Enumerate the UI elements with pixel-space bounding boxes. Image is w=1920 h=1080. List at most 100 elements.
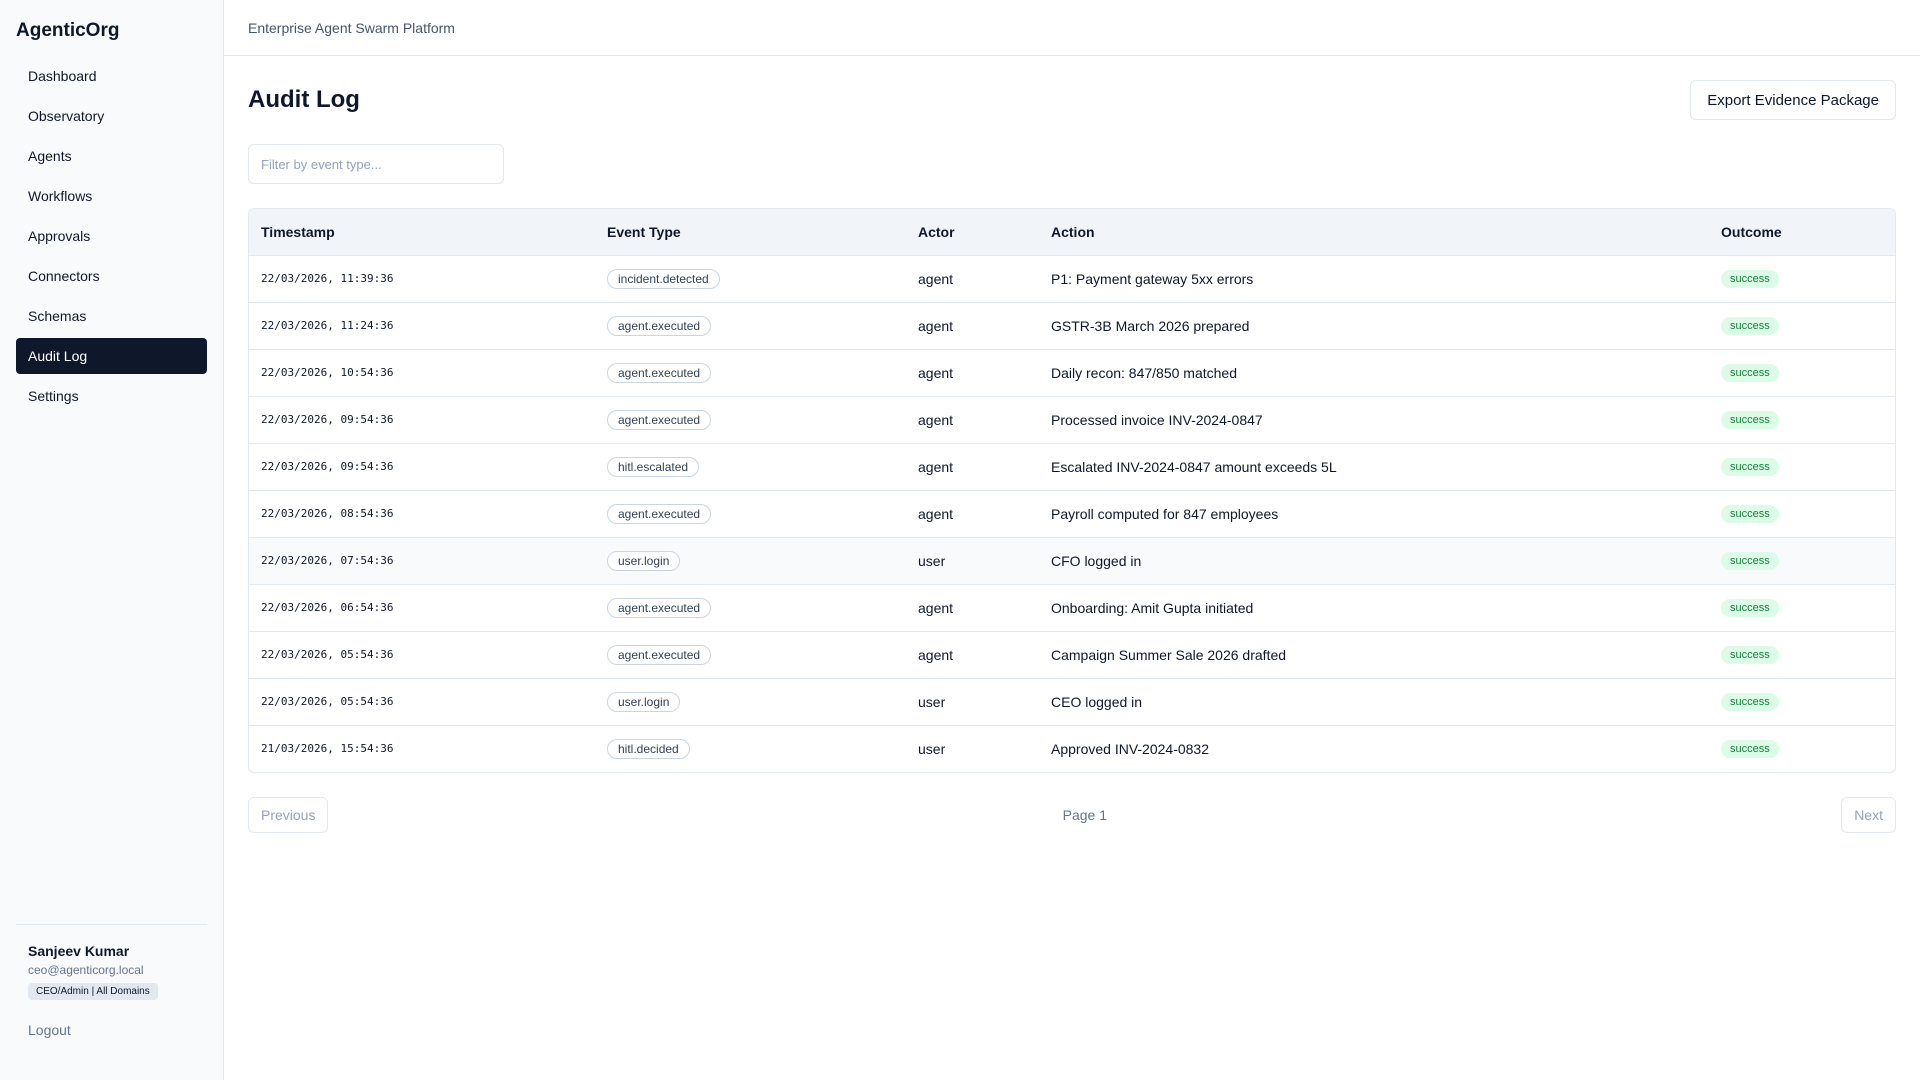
cell-event-type: incident.detected [595, 255, 906, 302]
cell-action: GSTR-3B March 2026 prepared [1051, 317, 1250, 334]
sidebar-item-agents[interactable]: Agents [16, 138, 207, 174]
cell-event-type: agent.executed [595, 490, 906, 537]
sidebar-item-dashboard[interactable]: Dashboard [16, 58, 207, 94]
cell-timestamp: 22/03/2026, 10:54:36 [261, 366, 394, 379]
table-row[interactable]: 22/03/2026, 05:54:36 user.login user CEO… [249, 678, 1895, 725]
event-type-badge: agent.executed [607, 597, 712, 618]
brand-logo: AgenticOrg [16, 20, 120, 41]
header-actor[interactable]: Actor [906, 209, 1039, 255]
cell-action: CFO logged in [1051, 552, 1142, 569]
page-title: Audit Log [248, 86, 360, 113]
cell-event-type: user.login [595, 537, 906, 584]
header-action[interactable]: Action [1039, 209, 1709, 255]
cell-outcome: success [1709, 255, 1895, 302]
cell-timestamp: 22/03/2026, 09:54:36 [261, 460, 394, 473]
cell-action: Processed invoice INV-2024-0847 [1051, 411, 1263, 428]
cell-timestamp: 22/03/2026, 08:54:36 [261, 507, 394, 520]
header-outcome[interactable]: Outcome [1709, 209, 1895, 255]
cell-event-type: hitl.escalated [595, 443, 906, 490]
table-row[interactable]: 22/03/2026, 11:39:36 incident.detected a… [249, 255, 1895, 302]
cell-timestamp: 21/03/2026, 15:54:36 [261, 742, 394, 756]
cell-actor: agent [918, 364, 954, 381]
cell-action: Escalated INV-2024-0847 amount exceeds 5… [1051, 458, 1337, 475]
event-type-badge: agent.executed [607, 315, 712, 336]
cell-action: Payroll computed for 847 employees [1051, 505, 1279, 522]
cell-actor: agent [918, 599, 954, 616]
sidebar-item-connectors[interactable]: Connectors [16, 258, 207, 294]
event-type-badge: agent.executed [607, 409, 712, 430]
event-type-badge: hitl.decided [607, 738, 690, 759]
sidebar-item-approvals[interactable]: Approvals [16, 218, 207, 254]
table-row[interactable]: 22/03/2026, 09:54:36 hitl.escalated agen… [249, 443, 1895, 490]
cell-event-type: hitl.decided [595, 725, 906, 772]
outcome-badge: success [1721, 458, 1779, 476]
cell-outcome: success [1709, 396, 1895, 443]
cell-outcome: success [1709, 443, 1895, 490]
cell-timestamp: 22/03/2026, 09:54:36 [261, 413, 394, 426]
cell-outcome: success [1709, 631, 1895, 678]
outcome-badge: success [1721, 317, 1779, 335]
cell-actor: agent [918, 411, 954, 428]
next-page-button[interactable]: Next [1841, 797, 1896, 833]
table-row[interactable]: 22/03/2026, 11:24:36 agent.executed agen… [249, 302, 1895, 349]
cell-action: Onboarding: Amit Gupta initiated [1051, 599, 1254, 616]
page-indicator: Page 1 [1062, 807, 1108, 823]
sidebar-item-audit-log[interactable]: Audit Log [16, 338, 207, 374]
outcome-badge: success [1721, 364, 1779, 382]
table-row[interactable]: 22/03/2026, 08:54:36 agent.executed agen… [249, 490, 1895, 537]
page-header: Audit Log Export Evidence Package [248, 80, 1896, 120]
cell-action: Daily recon: 847/850 matched [1051, 364, 1237, 381]
cell-outcome: success [1709, 537, 1895, 584]
sidebar-item-observatory[interactable]: Observatory [16, 98, 207, 134]
cell-timestamp: 22/03/2026, 07:54:36 [261, 554, 394, 567]
cell-outcome: success [1709, 584, 1895, 631]
table-row[interactable]: 22/03/2026, 07:54:36 user.login user CFO… [249, 537, 1895, 584]
cell-event-type: user.login [595, 678, 906, 725]
export-evidence-button[interactable]: Export Evidence Package [1690, 80, 1896, 120]
header-timestamp[interactable]: Timestamp [249, 209, 595, 255]
outcome-badge: success [1721, 693, 1779, 711]
outcome-badge: success [1721, 599, 1779, 617]
event-type-badge: user.login [607, 691, 681, 712]
cell-event-type: agent.executed [595, 396, 906, 443]
cell-action: Campaign Summer Sale 2026 drafted [1051, 646, 1287, 663]
table-row[interactable]: 22/03/2026, 06:54:36 agent.executed agen… [249, 584, 1895, 631]
sidebar-nav: Dashboard Observatory Agents Workflows A… [16, 58, 207, 414]
sidebar-item-workflows[interactable]: Workflows [16, 178, 207, 214]
event-type-badge: user.login [607, 550, 681, 571]
table-row[interactable]: 22/03/2026, 09:54:36 agent.executed agen… [249, 396, 1895, 443]
user-name: Sanjeev Kumar [28, 943, 130, 959]
cell-action: CEO logged in [1051, 693, 1143, 710]
table-row[interactable]: 21/03/2026, 15:54:36 hitl.decided user A… [249, 725, 1895, 772]
cell-timestamp: 22/03/2026, 11:24:36 [261, 319, 394, 332]
cell-outcome: success [1709, 678, 1895, 725]
outcome-badge: success [1721, 646, 1779, 664]
cell-timestamp: 22/03/2026, 05:54:36 [261, 648, 394, 661]
audit-table: Timestamp Event Type Actor Action Outcom… [248, 208, 1896, 773]
sidebar-item-settings[interactable]: Settings [16, 378, 207, 414]
event-type-filter-input[interactable] [248, 144, 504, 184]
cell-actor: agent [918, 317, 954, 334]
cell-action: P1: Payment gateway 5xx errors [1051, 270, 1254, 287]
outcome-badge: success [1721, 505, 1779, 523]
cell-outcome: success [1709, 490, 1895, 537]
platform-subtitle: Enterprise Agent Swarm Platform [248, 19, 455, 36]
table-row[interactable]: 22/03/2026, 05:54:36 agent.executed agen… [249, 631, 1895, 678]
previous-page-button[interactable]: Previous [248, 797, 329, 833]
cell-outcome: success [1709, 302, 1895, 349]
cell-action: Approved INV-2024-0832 [1051, 740, 1209, 757]
logout-button[interactable]: Logout [28, 1022, 195, 1038]
sidebar: AgenticOrg Dashboard Observatory Agents … [0, 0, 224, 1080]
cell-actor: user [918, 740, 946, 757]
header-event-type[interactable]: Event Type [595, 209, 906, 255]
table-row[interactable]: 22/03/2026, 10:54:36 agent.executed agen… [249, 349, 1895, 396]
user-role-badge: CEO/Admin | All Domains [28, 983, 158, 1000]
outcome-badge: success [1721, 270, 1779, 288]
event-type-badge: agent.executed [607, 362, 712, 383]
table-header-row: Timestamp Event Type Actor Action Outcom… [249, 209, 1895, 255]
event-type-badge: agent.executed [607, 503, 712, 524]
table-body: 22/03/2026, 11:39:36 incident.detected a… [249, 255, 1895, 772]
cell-actor: agent [918, 270, 954, 287]
sidebar-item-schemas[interactable]: Schemas [16, 298, 207, 334]
